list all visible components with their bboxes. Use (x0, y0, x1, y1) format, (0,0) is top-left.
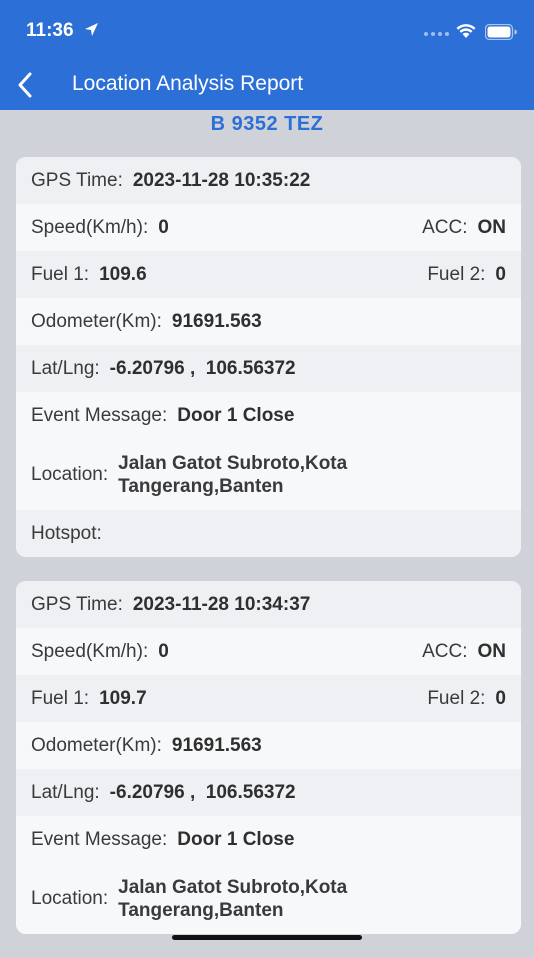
location-line-1: Jalan Gatot Subroto,Kota (118, 452, 348, 474)
fuel2-label: Fuel 2: (427, 687, 486, 709)
event-value: Door 1 Close (177, 828, 295, 850)
record-card[interactable]: GPS Time: 2023-11-28 10:34:37 Speed(Km/h… (16, 581, 521, 934)
nav-bar: Location Analysis Report (0, 60, 534, 110)
acc-value: ON (477, 640, 507, 662)
latlng-label: Lat/Lng: (31, 781, 100, 803)
gps-time-row: GPS Time: 2023-11-28 10:35:22 (16, 157, 521, 204)
event-row: Event Message: Door 1 Close (16, 392, 521, 439)
page-title: Location Analysis Report (72, 72, 304, 95)
vehicle-plate: B 9352 TEZ (210, 113, 324, 135)
acc-label: ACC: (422, 216, 468, 238)
location-line-2: Tangerang,Banten (118, 899, 284, 921)
odometer-value: 91691.563 (171, 734, 262, 756)
location-arrow-icon (85, 23, 98, 36)
odometer-label: Odometer(Km): (31, 310, 162, 332)
location-line-1: Jalan Gatot Subroto,Kota (118, 876, 348, 898)
fuel1-value: 109.6 (99, 263, 147, 285)
location-label: Location: (31, 887, 109, 909)
latlng-value: -6.20796 , 106.56372 (109, 781, 296, 803)
gps-time-label: GPS Time: (31, 169, 123, 191)
latlng-row: Lat/Lng: -6.20796 , 106.56372 (16, 769, 521, 816)
cellular-signal-icon (424, 32, 449, 36)
fuel1-value: 109.7 (99, 687, 147, 709)
odometer-value: 91691.563 (171, 310, 262, 332)
back-button[interactable] (8, 68, 42, 102)
event-value: Door 1 Close (177, 404, 295, 426)
status-time: 11:36 (26, 20, 74, 41)
event-row: Event Message: Door 1 Close (16, 816, 521, 863)
location-value: Jalan Gatot Subroto,Kota Tangerang,Bante… (118, 452, 347, 498)
odometer-row: Odometer(Km): 91691.563 (16, 722, 521, 769)
speed-label: Speed(Km/h): (31, 216, 149, 238)
location-line-2: Tangerang,Banten (118, 475, 284, 497)
fuel1-label: Fuel 1: (31, 687, 90, 709)
wifi-icon (456, 24, 476, 38)
hotspot-row: Hotspot: (16, 510, 521, 557)
odometer-row: Odometer(Km): 91691.563 (16, 298, 521, 345)
latlng-value: -6.20796 , 106.56372 (109, 357, 296, 379)
record-card[interactable]: GPS Time: 2023-11-28 10:35:22 Speed(Km/h… (16, 157, 521, 557)
hotspot-label: Hotspot: (31, 522, 102, 544)
location-label: Location: (31, 463, 109, 485)
speed-value: 0 (158, 216, 169, 238)
fuel-row: Fuel 1: 109.6 Fuel 2: 0 (16, 251, 521, 298)
app-header: 11:36 Location Analysis Report (0, 0, 534, 110)
fuel2-value: 0 (495, 263, 506, 285)
odometer-label: Odometer(Km): (31, 734, 162, 756)
speed-label: Speed(Km/h): (31, 640, 149, 662)
gps-time-value: 2023-11-28 10:35:22 (132, 169, 311, 191)
fuel2-value: 0 (495, 687, 506, 709)
location-row: Location: Jalan Gatot Subroto,Kota Tange… (16, 439, 521, 510)
gps-time-value: 2023-11-28 10:34:37 (132, 593, 311, 615)
speed-value: 0 (158, 640, 169, 662)
record-list: GPS Time: 2023-11-28 10:35:22 Speed(Km/h… (16, 157, 521, 958)
gps-time-row: GPS Time: 2023-11-28 10:34:37 (16, 581, 521, 628)
acc-label: ACC: (422, 640, 468, 662)
location-value: Jalan Gatot Subroto,Kota Tangerang,Bante… (118, 876, 347, 922)
acc-value: ON (477, 216, 507, 238)
event-label: Event Message: (31, 828, 168, 850)
gps-time-label: GPS Time: (31, 593, 123, 615)
event-label: Event Message: (31, 404, 168, 426)
fuel1-label: Fuel 1: (31, 263, 90, 285)
status-bar: 11:36 (0, 0, 534, 60)
fuel2-label: Fuel 2: (427, 263, 486, 285)
speed-row: Speed(Km/h): 0 ACC: ON (16, 628, 521, 675)
latlng-row: Lat/Lng: -6.20796 , 106.56372 (16, 345, 521, 392)
fuel-row: Fuel 1: 109.7 Fuel 2: 0 (16, 675, 521, 722)
location-row: Location: Jalan Gatot Subroto,Kota Tange… (16, 863, 521, 934)
battery-icon (485, 24, 517, 40)
speed-row: Speed(Km/h): 0 ACC: ON (16, 204, 521, 251)
home-indicator[interactable] (172, 935, 362, 940)
back-chevron-icon (18, 72, 32, 98)
latlng-label: Lat/Lng: (31, 357, 100, 379)
